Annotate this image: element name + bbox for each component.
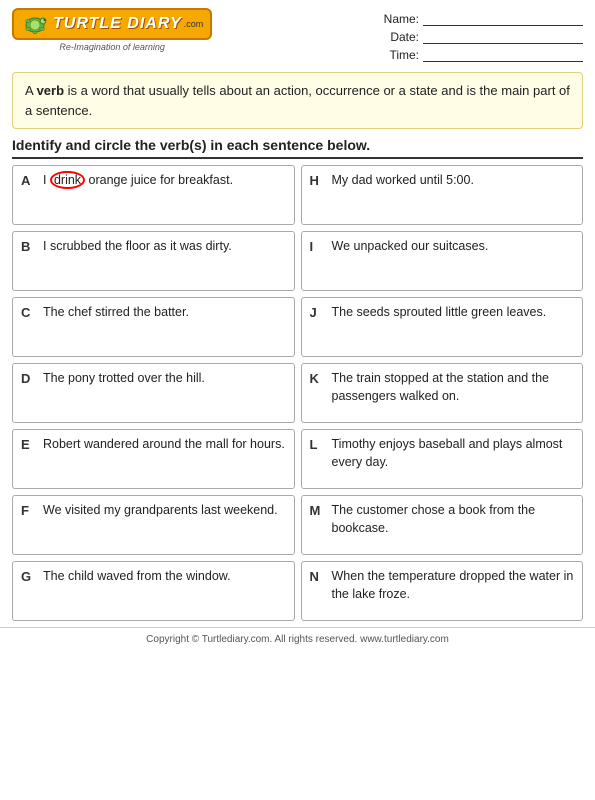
cards-grid: A I drink orange juice for breakfast. H …: [0, 165, 595, 621]
name-line: [423, 12, 583, 26]
name-fields: Name: Date: Time:: [381, 8, 583, 62]
card-text-d: The pony trotted over the hill.: [43, 370, 286, 388]
card-letter-j: J: [310, 304, 326, 322]
card-l: L Timothy enjoys baseball and plays almo…: [301, 429, 584, 489]
card-text-h: My dad worked until 5:00.: [332, 172, 575, 190]
date-label: Date:: [381, 30, 419, 44]
card-text-g: The child waved from the window.: [43, 568, 286, 586]
card-text-c: The chef stirred the batter.: [43, 304, 286, 322]
verb-word: verb: [37, 83, 64, 98]
card-letter-l: L: [310, 436, 326, 454]
name-row: Name:: [381, 12, 583, 26]
logo-text: TURTLE DIARY: [53, 15, 182, 33]
time-label: Time:: [381, 48, 419, 62]
card-text-a: I drink orange juice for breakfast.: [43, 172, 286, 190]
circled-word-a: drink: [50, 171, 85, 189]
card-m: M The customer chose a book from the boo…: [301, 495, 584, 555]
card-letter-h: H: [310, 172, 326, 190]
date-line: [423, 30, 583, 44]
card-text-m: The customer chose a book from the bookc…: [332, 502, 575, 537]
card-d: D The pony trotted over the hill.: [12, 363, 295, 423]
card-letter-f: F: [21, 502, 37, 520]
card-letter-m: M: [310, 502, 326, 520]
footer: Copyright © Turtlediary.com. All rights …: [0, 627, 595, 653]
card-text-e: Robert wandered around the mall for hour…: [43, 436, 286, 454]
time-row: Time:: [381, 48, 583, 62]
card-n: N When the temperature dropped the water…: [301, 561, 584, 621]
info-box: A verb is a word that usually tells abou…: [12, 72, 583, 129]
card-letter-e: E: [21, 436, 37, 454]
card-j: J The seeds sprouted little green leaves…: [301, 297, 584, 357]
date-row: Date:: [381, 30, 583, 44]
info-prefix: A: [25, 83, 37, 98]
card-text-i: We unpacked our suitcases.: [332, 238, 575, 256]
divider: [12, 157, 583, 159]
instruction-text: Identify and circle the verb(s) in each …: [12, 137, 583, 153]
logo-box: TURTLE DIARY .com: [12, 8, 212, 40]
logo-area: TURTLE DIARY .com Re-Imagination of lear…: [12, 8, 212, 52]
card-g: G The child waved from the window.: [12, 561, 295, 621]
card-a: A I drink orange juice for breakfast.: [12, 165, 295, 225]
card-letter-k: K: [310, 370, 326, 388]
card-letter-i: I: [310, 238, 326, 256]
card-e: E Robert wandered around the mall for ho…: [12, 429, 295, 489]
card-letter-a: A: [21, 172, 37, 190]
card-text-b: I scrubbed the floor as it was dirty.: [43, 238, 286, 256]
card-letter-b: B: [21, 238, 37, 256]
card-k: K The train stopped at the station and t…: [301, 363, 584, 423]
card-text-k: The train stopped at the station and the…: [332, 370, 575, 405]
info-suffix: is a word that usually tells about an ac…: [25, 83, 570, 118]
card-letter-d: D: [21, 370, 37, 388]
card-text-n: When the temperature dropped the water i…: [332, 568, 575, 603]
logo-tagline: Re-Imagination of learning: [59, 42, 165, 52]
card-b: B I scrubbed the floor as it was dirty.: [12, 231, 295, 291]
card-c: C The chef stirred the batter.: [12, 297, 295, 357]
card-letter-g: G: [21, 568, 37, 586]
card-text-l: Timothy enjoys baseball and plays almost…: [332, 436, 575, 471]
time-line: [423, 48, 583, 62]
name-label: Name:: [381, 12, 419, 26]
card-text-f: We visited my grandparents last weekend.: [43, 502, 286, 520]
page-header: TURTLE DIARY .com Re-Imagination of lear…: [0, 0, 595, 66]
card-letter-c: C: [21, 304, 37, 322]
turtle-icon: [21, 13, 49, 35]
card-text-j: The seeds sprouted little green leaves.: [332, 304, 575, 322]
card-f: F We visited my grandparents last weeken…: [12, 495, 295, 555]
card-h: H My dad worked until 5:00.: [301, 165, 584, 225]
card-letter-n: N: [310, 568, 326, 586]
card-i: I We unpacked our suitcases.: [301, 231, 584, 291]
logo-com: .com: [184, 19, 204, 29]
